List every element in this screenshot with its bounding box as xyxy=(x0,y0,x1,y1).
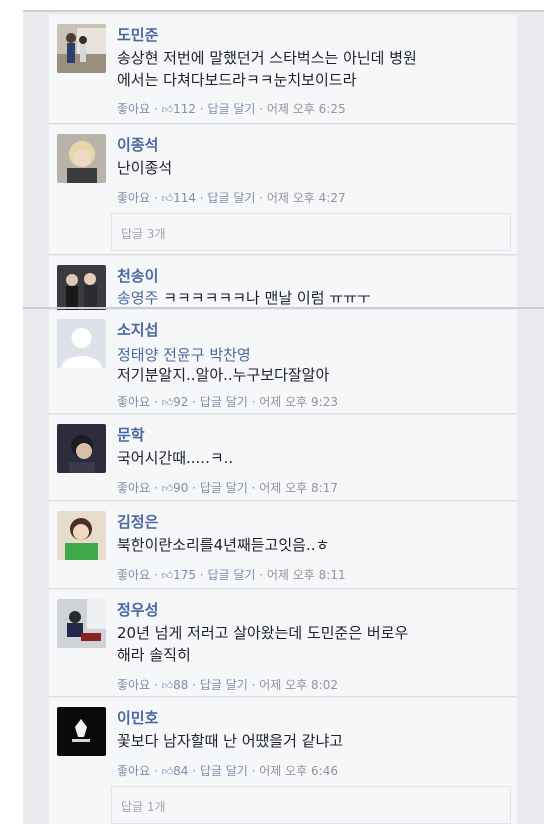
comment-meta: 좋아요 · 👍︎92 · 답글 달기 · 어제 오후 9:23 xyxy=(117,395,338,409)
view-replies-button[interactable]: 답글 3개 xyxy=(111,213,511,251)
avatar[interactable] xyxy=(57,599,106,648)
thumbs-up-icon: 👍︎ xyxy=(161,192,174,205)
comment-text: 저기분알지..알아..누구보다잘알아 xyxy=(117,364,509,386)
reply-link[interactable]: 답글 달기 xyxy=(207,102,255,116)
avatar[interactable] xyxy=(57,707,106,756)
like-count: 84 xyxy=(173,764,189,778)
timestamp: 어제 오후 6:25 xyxy=(266,102,346,116)
author-name[interactable]: 이종석 xyxy=(117,134,158,155)
comment-line: 국어시간때.....ㅋ.. xyxy=(117,449,234,467)
like-count: 114 xyxy=(173,191,196,205)
avatar[interactable] xyxy=(57,424,106,473)
author-name[interactable]: 이민호 xyxy=(117,707,158,728)
timestamp: 어제 오후 8:11 xyxy=(266,568,346,582)
reply-link[interactable]: 답글 달기 xyxy=(200,764,248,778)
like-link[interactable]: 좋아요 xyxy=(117,678,150,692)
comment-line: 송상현 저번에 말했던거 스타벅스는 아닌데 병원 xyxy=(117,49,417,67)
thumbs-up-icon: 👍︎ xyxy=(161,396,174,409)
comment-feed: 도민준 송상현 저번에 말했던거 스타벅스는 아닌데 병원 에서는 다쳐다보드라… xyxy=(23,10,544,824)
comment-so-jisub: 소지섭 정태양 전윤구 박찬영 저기분알지..알아..누구보다잘알아 좋아요 ·… xyxy=(49,310,517,414)
like-count: 92 xyxy=(173,395,189,409)
comment-jung-woosung: 정우성 20년 넘게 저러고 살아왔는데 도민준은 버로우 해라 솔직히 좋아요… xyxy=(49,590,517,697)
tagged-users[interactable]: 정태양 전윤구 박찬영 xyxy=(117,344,251,365)
like-count: 90 xyxy=(173,481,189,495)
comment-kim-jungeun: 김정은 북한이란소리를4년째듣고잇음..ㅎ 좋아요 · 👍︎175 · 답글 달… xyxy=(49,502,517,589)
comment-text: 북한이란소리를4년째듣고잇음..ㅎ xyxy=(117,534,509,556)
comment-meta: 좋아요 · 👍︎90 · 답글 달기 · 어제 오후 8:17 xyxy=(117,481,338,495)
thumbs-up-icon: 👍︎ xyxy=(161,765,174,778)
like-count: 88 xyxy=(173,678,189,692)
top-divider xyxy=(23,10,544,12)
like-link[interactable]: 좋아요 xyxy=(117,481,150,495)
timestamp: 어제 오후 4:27 xyxy=(266,191,346,205)
author-name[interactable]: 도민준 xyxy=(117,24,158,45)
avatar[interactable] xyxy=(57,134,106,183)
avatar[interactable] xyxy=(57,319,106,368)
like-count: 175 xyxy=(173,568,196,582)
reply-link[interactable]: 답글 달기 xyxy=(200,481,248,495)
comment-meta: 좋아요 · 👍︎88 · 답글 달기 · 어제 오후 8:02 xyxy=(117,678,338,692)
avatar[interactable] xyxy=(57,511,106,560)
comment-meta: 좋아요 · 👍︎112 · 답글 달기 · 어제 오후 6:25 xyxy=(117,102,346,116)
like-link[interactable]: 좋아요 xyxy=(117,764,150,778)
like-link[interactable]: 좋아요 xyxy=(117,102,150,116)
comment-meta: 좋아요 · 👍︎114 · 답글 달기 · 어제 오후 4:27 xyxy=(117,191,346,205)
comment-line: 북한이란소리를4년째듣고잇음..ㅎ xyxy=(117,536,330,554)
author-name[interactable]: 천송이 xyxy=(117,265,158,286)
comment-cheon-songi: 천송이 송영주 ㅋㅋㅋㅋㅋㅋ나 맨날 이럼 ㅠㅠㅜ xyxy=(49,256,517,314)
comment-meta: 좋아요 · 👍︎175 · 답글 달기 · 어제 오후 8:11 xyxy=(117,568,346,582)
reply-link[interactable]: 답글 달기 xyxy=(200,395,248,409)
comment-text: 송상현 저번에 말했던거 스타벅스는 아닌데 병원 에서는 다쳐다보드라ㅋㅋ눈치… xyxy=(117,47,509,91)
timestamp: 어제 오후 9:23 xyxy=(259,395,338,409)
comment-text: 송영주 ㅋㅋㅋㅋㅋㅋ나 맨날 이럼 ㅠㅠㅜ xyxy=(117,287,509,309)
view-replies-button[interactable]: 답글 1개 xyxy=(111,786,511,824)
tagged-user[interactable]: 송영주 xyxy=(117,289,158,307)
avatar[interactable] xyxy=(57,24,106,73)
timestamp: 어제 오후 8:02 xyxy=(259,678,338,692)
comment-meta: 좋아요 · 👍︎84 · 답글 달기 · 어제 오후 6:46 xyxy=(117,764,338,778)
comment-lee-minho: 이민호 꽃보다 남자할때 난 어땠을거 같냐고 좋아요 · 👍︎84 · 답글 … xyxy=(49,698,517,824)
comment-line: 난이종석 xyxy=(117,159,173,177)
comment-line: 저기분알지..알아..누구보다잘알아 xyxy=(117,366,330,384)
reply-link[interactable]: 답글 달기 xyxy=(200,678,248,692)
thumbs-up-icon: 👍︎ xyxy=(161,482,174,495)
author-name[interactable]: 소지섭 xyxy=(117,319,158,340)
timestamp: 어제 오후 8:17 xyxy=(259,481,338,495)
like-link[interactable]: 좋아요 xyxy=(117,395,150,409)
comment-text: 20년 넘게 저러고 살아왔는데 도민준은 버로우 해라 솔직히 xyxy=(117,622,509,666)
comment-munhak: 문학 국어시간때.....ㅋ.. 좋아요 · 👍︎90 · 답글 달기 · 어제… xyxy=(49,415,517,501)
reply-link[interactable]: 답글 달기 xyxy=(207,191,255,205)
like-link[interactable]: 좋아요 xyxy=(117,191,150,205)
comment-line: 꽃보다 남자할때 난 어땠을거 같냐고 xyxy=(117,732,344,750)
thumbs-up-icon: 👍︎ xyxy=(161,103,174,116)
timestamp: 어제 오후 6:46 xyxy=(259,764,338,778)
comment-line: 에서는 다쳐다보드라ㅋㅋ눈치보이드라 xyxy=(117,71,357,89)
comment-text: 꽃보다 남자할때 난 어땠을거 같냐고 xyxy=(117,730,509,752)
comment-lee-jongsuk: 이종석 난이종석 좋아요 · 👍︎114 · 답글 달기 · 어제 오후 4:2… xyxy=(49,125,517,255)
reply-link[interactable]: 답글 달기 xyxy=(207,568,255,582)
like-link[interactable]: 좋아요 xyxy=(117,568,150,582)
comment-doe-minjun: 도민준 송상현 저번에 말했던거 스타벅스는 아닌데 병원 에서는 다쳐다보드라… xyxy=(49,15,517,124)
comment-text: 국어시간때.....ㅋ.. xyxy=(117,447,509,469)
thumbs-up-icon: 👍︎ xyxy=(161,569,174,582)
author-name[interactable]: 정우성 xyxy=(117,599,158,620)
comment-line: 해라 솔직히 xyxy=(117,646,191,664)
like-count: 112 xyxy=(173,102,196,116)
section-divider xyxy=(23,307,544,309)
comment-line: 20년 넘게 저러고 살아왔는데 도민준은 버로우 xyxy=(117,624,409,642)
author-name[interactable]: 문학 xyxy=(117,424,145,445)
comment-line: ㅋㅋㅋㅋㅋㅋ나 맨날 이럼 ㅠㅠㅜ xyxy=(163,289,371,307)
author-name[interactable]: 김정은 xyxy=(117,511,158,532)
thumbs-up-icon: 👍︎ xyxy=(161,679,174,692)
comment-text: 난이종석 xyxy=(117,157,509,179)
